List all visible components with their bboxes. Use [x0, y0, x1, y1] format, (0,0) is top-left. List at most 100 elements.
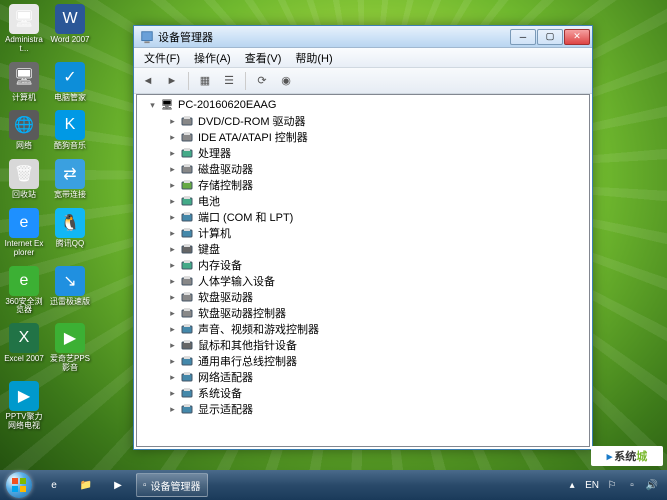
expand-icon[interactable]: ▸	[167, 404, 178, 415]
taskbar-pinned-ie[interactable]: e	[40, 473, 68, 497]
tree-node[interactable]: ▸电池	[143, 193, 589, 209]
desktop-icon[interactable]: XExcel 2007	[4, 323, 44, 373]
taskbar-pinned-explorer[interactable]: 📁	[72, 473, 100, 497]
minimize-button[interactable]: ─	[510, 29, 536, 45]
desktop-icon[interactable]: 🌐网络	[4, 110, 44, 151]
back-button[interactable]: ◄	[138, 71, 158, 91]
icon-label: 迅雷极速版	[50, 298, 90, 307]
tree-node[interactable]: ▸软盘驱动器控制器	[143, 305, 589, 321]
toolbar-icon[interactable]: ☰	[219, 71, 239, 91]
tree-node[interactable]: ▸网络适配器	[143, 369, 589, 385]
device-category-icon	[180, 146, 194, 160]
close-button[interactable]: ✕	[564, 29, 590, 45]
expand-icon[interactable]: ▸	[167, 212, 178, 223]
tree-node[interactable]: ▸端口 (COM 和 LPT)	[143, 209, 589, 225]
desktop-icon[interactable]: 🖥Administrat...	[4, 4, 44, 54]
device-tree[interactable]: ▾ 🖥 PC-20160620EAAG ▸DVD/CD-ROM 驱动器▸IDE …	[136, 94, 590, 447]
refresh-button[interactable]: ⟳	[252, 71, 272, 91]
expand-icon[interactable]: ▸	[167, 148, 178, 159]
desktop-icon[interactable]: 🖥计算机	[4, 62, 44, 103]
desktop-icon[interactable]: K酷狗音乐	[50, 110, 90, 151]
desktop-icon[interactable]: ▶PPTV聚力 网络电视	[4, 381, 44, 431]
tree-node[interactable]: ▸人体学输入设备	[143, 273, 589, 289]
flag-icon[interactable]: ⚐	[605, 478, 619, 492]
device-category-icon	[180, 338, 194, 352]
desktop-icon[interactable]: WWord 2007	[50, 4, 90, 54]
desktop-icon[interactable]: 🗑回收站	[4, 159, 44, 200]
tree-node[interactable]: ▸通用串行总线控制器	[143, 353, 589, 369]
icon-label: PPTV聚力 网络电视	[4, 413, 44, 431]
desktop-icon[interactable]: 🐧腾讯QQ	[50, 208, 90, 258]
icon-label: 360安全浏览器	[4, 298, 44, 316]
app-icon: ↘	[55, 266, 85, 296]
collapse-icon[interactable]: ▾	[147, 100, 158, 111]
toolbar-icon[interactable]: ◉	[276, 71, 296, 91]
start-button[interactable]	[0, 470, 38, 500]
expand-icon[interactable]: ▸	[167, 260, 178, 271]
icon-label: Internet Explorer	[4, 240, 44, 258]
menu-item[interactable]: 帮助(H)	[289, 48, 338, 68]
desktop-icon[interactable]: ⇄宽带连接	[50, 159, 90, 200]
expand-icon[interactable]: ▸	[167, 244, 178, 255]
expand-icon[interactable]: ▸	[167, 356, 178, 367]
menu-item[interactable]: 查看(V)	[239, 48, 288, 68]
menu-item[interactable]: 文件(F)	[138, 48, 186, 68]
expand-icon[interactable]: ▸	[167, 308, 178, 319]
device-category-icon	[180, 306, 194, 320]
app-icon: e	[9, 208, 39, 238]
device-category-icon	[180, 242, 194, 256]
network-icon[interactable]: ▫	[625, 478, 639, 492]
tree-node[interactable]: ▸显示适配器	[143, 401, 589, 417]
menu-item[interactable]: 操作(A)	[188, 48, 237, 68]
tree-node[interactable]: ▸声音、视频和游戏控制器	[143, 321, 589, 337]
tree-node[interactable]: ▸磁盘驱动器	[143, 161, 589, 177]
tree-node[interactable]: ▸ 处理器	[143, 145, 589, 161]
tree-node[interactable]: ▸ 存储控制器	[143, 177, 589, 193]
expand-icon[interactable]: ▸	[167, 132, 178, 143]
expand-icon[interactable]: ▸	[167, 292, 178, 303]
taskbar-pinned-media[interactable]: ▶	[104, 473, 132, 497]
toolbar-icon[interactable]: ▦	[195, 71, 215, 91]
device-category-icon	[180, 290, 194, 304]
expand-icon[interactable]: ▸	[167, 116, 178, 127]
tree-node[interactable]: ▸计算机	[143, 225, 589, 241]
expand-icon[interactable]: ▸	[167, 388, 178, 399]
node-label: 系统设备	[198, 385, 242, 401]
tray-expand-icon[interactable]: ▴	[565, 478, 579, 492]
expand-icon[interactable]: ▸	[167, 196, 178, 207]
taskbar-active-window[interactable]: ▫ 设备管理器	[136, 473, 208, 497]
tree-node[interactable]: ▸ 系统设备	[143, 385, 589, 401]
tree-node[interactable]: ▸键盘	[143, 241, 589, 257]
expand-icon[interactable]: ▸	[167, 372, 178, 383]
tree-node[interactable]: ▸IDE ATA/ATAPI 控制器	[143, 129, 589, 145]
expand-icon[interactable]: ▸	[167, 180, 178, 191]
expand-icon[interactable]: ▸	[167, 276, 178, 287]
desktop-icon[interactable]: e360安全浏览器	[4, 266, 44, 316]
node-label: 存储控制器	[198, 177, 253, 193]
tree-node[interactable]: ▸鼠标和其他指针设备	[143, 337, 589, 353]
tree-node[interactable]: ▸DVD/CD-ROM 驱动器	[143, 113, 589, 129]
node-label: 处理器	[198, 145, 231, 161]
desktop-icon[interactable]: ✓电脑管家	[50, 62, 90, 103]
volume-icon[interactable]: 🔊	[645, 478, 659, 492]
system-tray[interactable]: ▴ EN ⚐ ▫ 🔊	[557, 478, 667, 492]
expand-icon[interactable]: ▸	[167, 228, 178, 239]
titlebar[interactable]: 设备管理器 ─ ▢ ✕	[134, 26, 592, 48]
language-indicator[interactable]: EN	[585, 480, 599, 491]
forward-button[interactable]: ►	[162, 71, 182, 91]
folder-icon: 📁	[80, 480, 92, 491]
tree-node[interactable]: ▸软盘驱动器	[143, 289, 589, 305]
maximize-button[interactable]: ▢	[537, 29, 563, 45]
expand-icon[interactable]: ▸	[167, 340, 178, 351]
icon-label: 爱奇艺PPS影音	[50, 355, 90, 373]
desktop-icon[interactable]: ▶爱奇艺PPS影音	[50, 323, 90, 373]
desktop-icon[interactable]: e Internet Explorer	[4, 208, 44, 258]
watermark-logo: ▸系统城	[591, 446, 663, 466]
expand-icon[interactable]: ▸	[167, 324, 178, 335]
desktop-icon[interactable]: ↘ 迅雷极速版	[50, 266, 90, 316]
icon-label: 电脑管家	[54, 94, 86, 103]
icon-label: 宽带连接	[54, 191, 86, 200]
tree-root-node[interactable]: ▾ 🖥 PC-20160620EAAG	[143, 97, 589, 113]
expand-icon[interactable]: ▸	[167, 164, 178, 175]
tree-node[interactable]: ▸内存设备	[143, 257, 589, 273]
